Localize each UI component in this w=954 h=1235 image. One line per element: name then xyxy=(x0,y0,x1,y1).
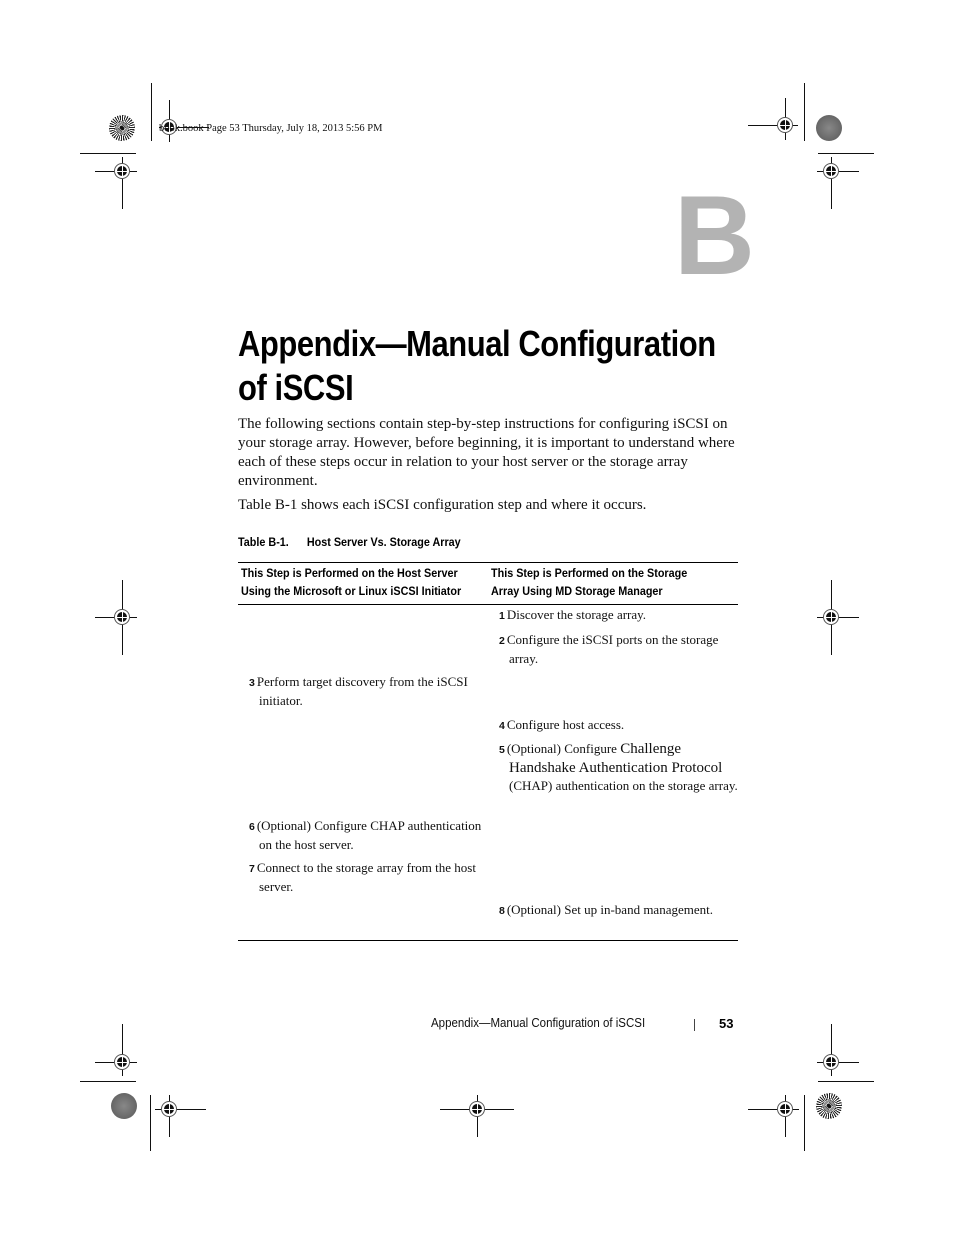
table-caption: Table B-1. Host Server Vs. Storage Array xyxy=(238,535,461,549)
crop-mark xyxy=(818,1081,874,1082)
crop-mark xyxy=(804,1095,805,1151)
column-header-storage: This Step is Performed on the Storage Ar… xyxy=(491,566,688,598)
crop-mark xyxy=(804,83,805,141)
table-step: 6 (Optional) Configure CHAP authenticatio… xyxy=(249,818,482,852)
table-caption-title: Host Server Vs. Storage Array xyxy=(306,535,461,549)
page-number: 53 xyxy=(719,1016,734,1031)
print-slug: book.book Page 53 Thursday, July 18, 201… xyxy=(159,123,383,134)
running-footer-title: Appendix—Manual Configuration of iSCSI xyxy=(431,1016,646,1030)
crop-mark xyxy=(80,153,136,154)
crop-mark xyxy=(150,1095,151,1151)
registration-disc-icon xyxy=(111,1093,137,1119)
table-step: 3 Perform target discovery from the iSCSI… xyxy=(249,674,468,708)
column-header-host: This Step is Performed on the Host Serve… xyxy=(241,566,462,598)
table-step: 4 Configure host access. xyxy=(499,717,625,732)
table-header-rule xyxy=(238,604,738,605)
crop-mark xyxy=(80,1081,136,1082)
table-step: 1 Discover the storage array. xyxy=(499,607,647,622)
table-reference-paragraph: Table B-1 shows each iSCSI configuration… xyxy=(238,497,647,513)
table-step: 5 (Optional) Configure Challenge Handshak… xyxy=(499,741,738,793)
table-bottom-rule xyxy=(238,940,738,941)
title-line-1: Appendix—Manual Configuration xyxy=(238,323,716,364)
crop-mark xyxy=(151,83,152,141)
table-caption-label: Table B-1. xyxy=(238,535,289,549)
table-step: 8 (Optional) Set up in-band management. xyxy=(499,902,713,917)
chapter-letter: B xyxy=(674,173,755,298)
table-step: 2 Configure the iSCSI ports on the storag… xyxy=(499,632,719,666)
table-top-rule xyxy=(238,562,738,563)
page-title: Appendix—Manual Configuration of iSCSI xyxy=(238,322,754,410)
registration-star-icon xyxy=(109,115,135,141)
registration-star-icon xyxy=(816,1093,842,1119)
footer-separator xyxy=(694,1019,695,1031)
intro-paragraph: The following sections contain step-by-s… xyxy=(238,416,735,489)
title-line-2: of iSCSI xyxy=(238,367,354,408)
table-step: 7 Connect to the storage array from the h… xyxy=(249,860,476,894)
registration-disc-icon xyxy=(816,115,842,141)
crop-mark xyxy=(818,153,874,154)
